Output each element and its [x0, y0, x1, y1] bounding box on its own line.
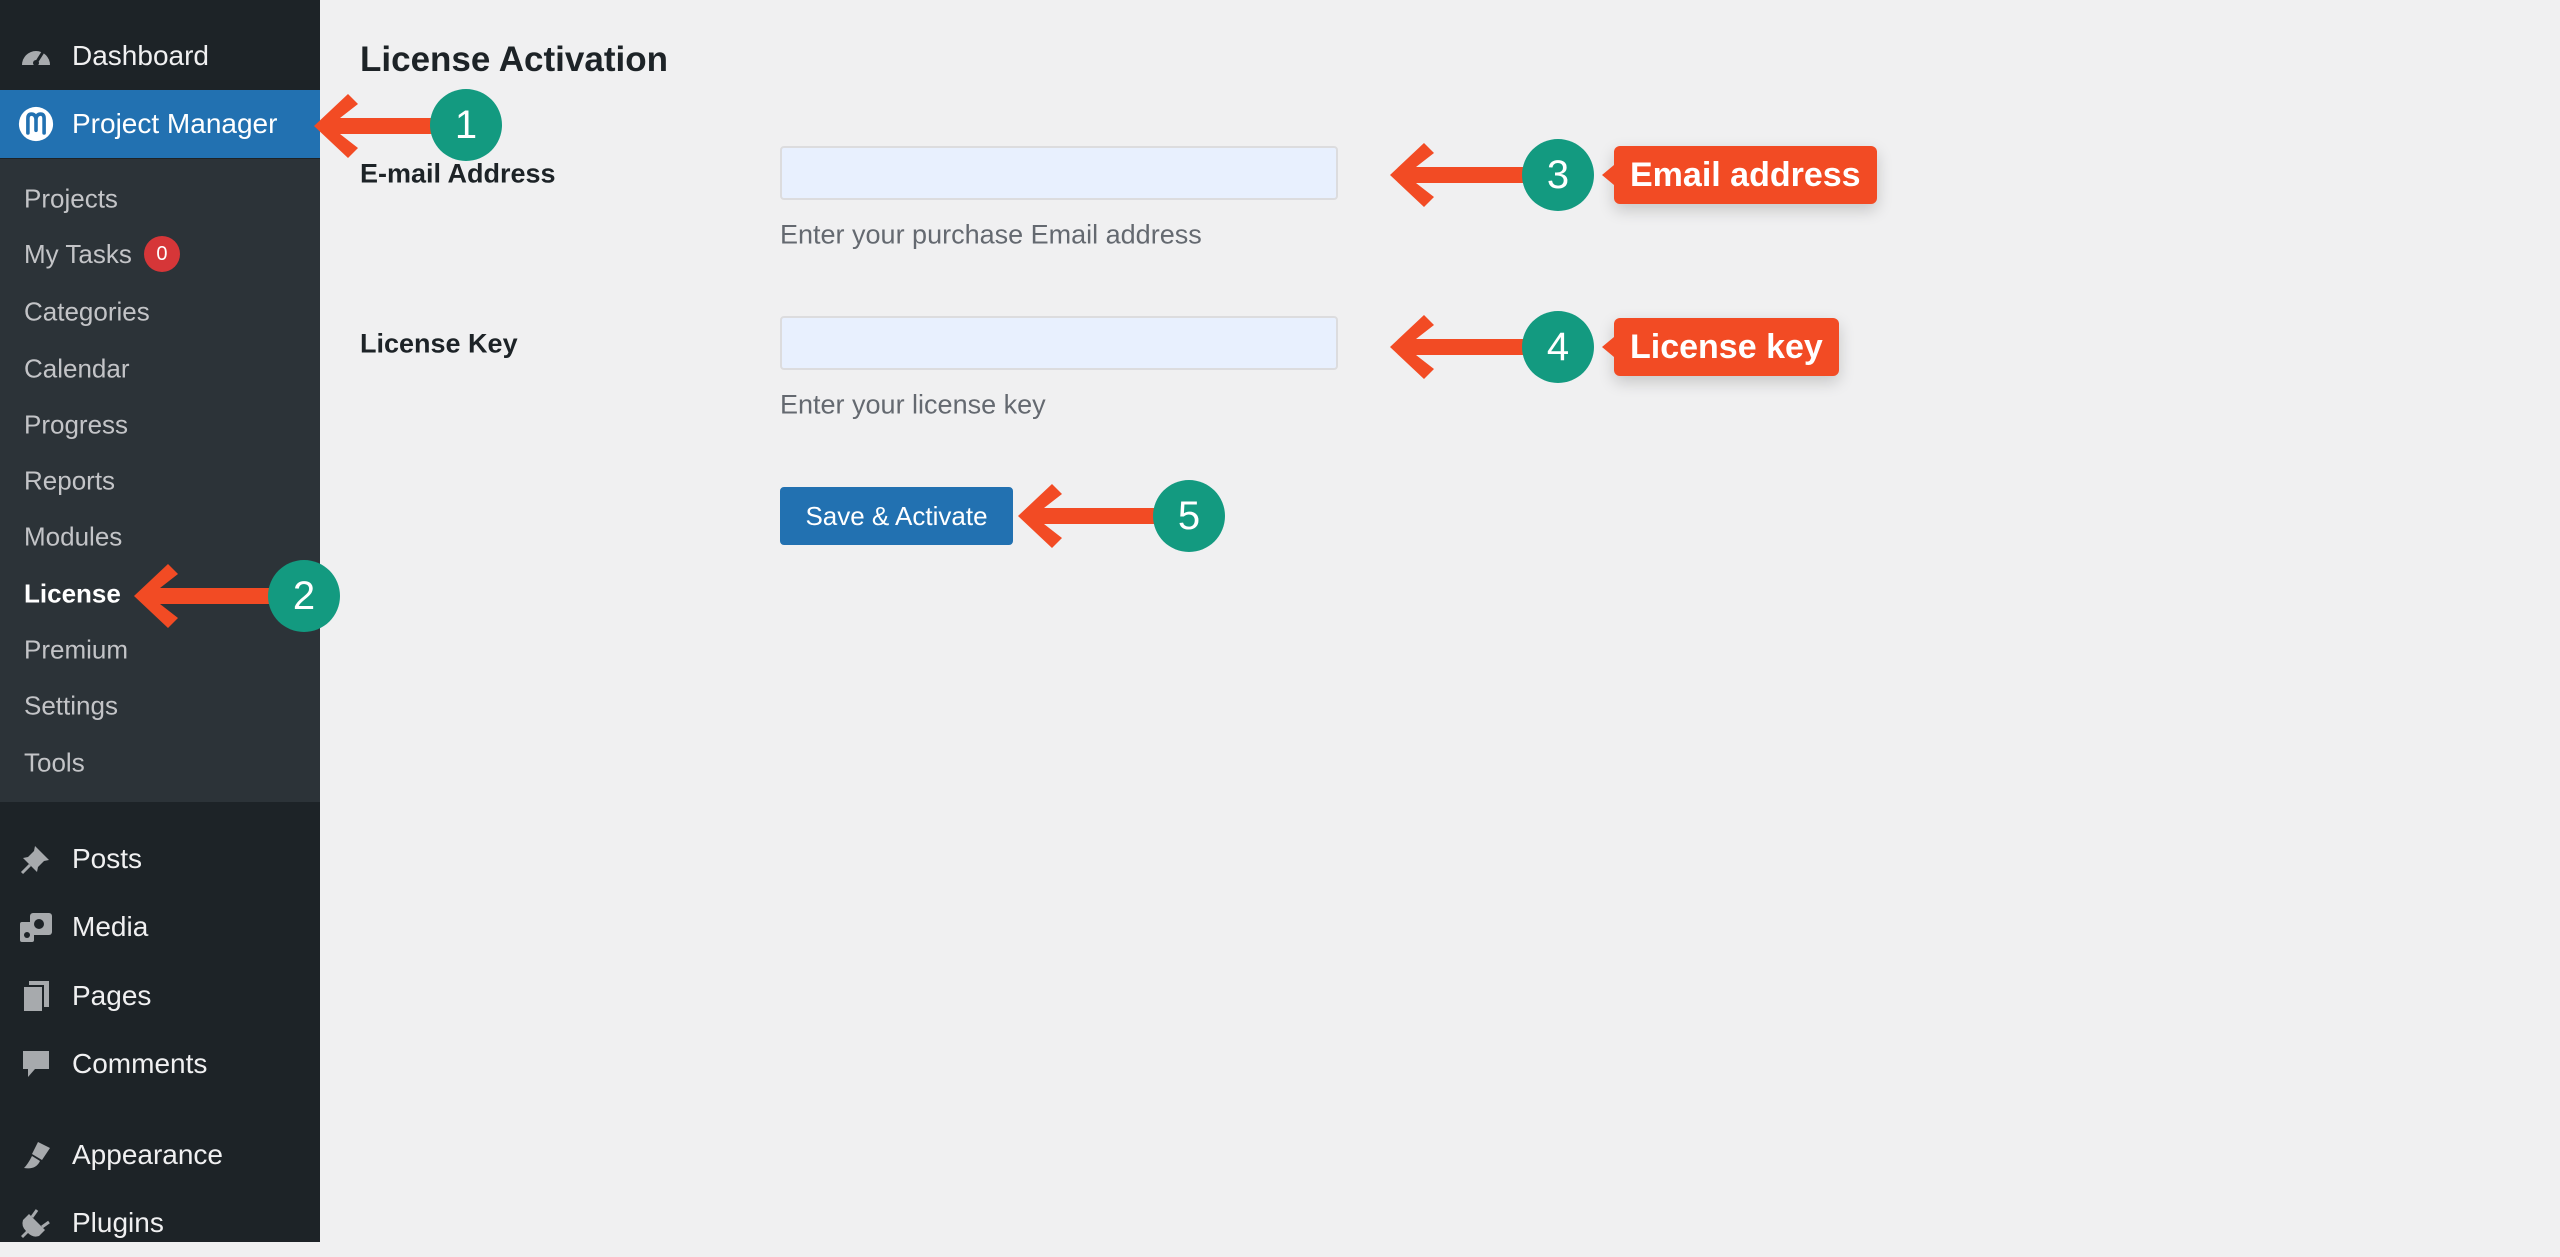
- save-activate-button[interactable]: Save & Activate: [780, 487, 1013, 545]
- submenu-categories[interactable]: Categories: [24, 297, 150, 328]
- submenu-modules[interactable]: Modules: [24, 522, 122, 553]
- task-count-badge: 0: [143, 236, 180, 272]
- menu-pages[interactable]: Pages: [0, 962, 320, 1030]
- submenu-tools[interactable]: Tools: [24, 748, 85, 779]
- media-icon: [18, 909, 54, 945]
- menu-pages-label: Pages: [72, 980, 152, 1011]
- menu-plugins-label: Plugins: [72, 1207, 164, 1238]
- annotation-callout-email: Email address: [1614, 146, 1877, 204]
- annotation-step-2: 2: [268, 560, 340, 632]
- annotation-step-1: 1: [430, 89, 502, 161]
- submenu-reports[interactable]: Reports: [24, 466, 115, 497]
- pin-icon: [18, 841, 54, 877]
- menu-appearance[interactable]: Appearance: [0, 1121, 320, 1189]
- annotation-arrow-3: [1390, 143, 1532, 207]
- menu-project-manager-label: Project Manager: [72, 108, 278, 139]
- annotation-arrow-2: [134, 564, 286, 628]
- project-manager-logo-icon: [18, 106, 54, 142]
- menu-posts[interactable]: Posts: [0, 825, 320, 893]
- menu-media-label: Media: [72, 911, 149, 942]
- menu-dashboard-label: Dashboard: [72, 40, 209, 71]
- menu-comments-label: Comments: [72, 1048, 208, 1079]
- dashboard-icon: [18, 38, 54, 74]
- submenu-premium[interactable]: Premium: [24, 635, 128, 666]
- annotation-arrow-5: [1018, 484, 1160, 548]
- menu-project-manager[interactable]: Project Manager: [0, 90, 320, 158]
- menu-dashboard[interactable]: Dashboard: [0, 22, 320, 90]
- annotation-step-3: 3: [1522, 139, 1594, 211]
- license-key-label: License Key: [360, 328, 518, 359]
- submenu-settings[interactable]: Settings: [24, 691, 118, 722]
- submenu-license[interactable]: License: [24, 579, 121, 610]
- menu-plugins[interactable]: Plugins: [0, 1189, 320, 1257]
- license-key-description: Enter your license key: [780, 389, 1046, 420]
- submenu-calendar[interactable]: Calendar: [24, 354, 130, 385]
- menu-comments[interactable]: Comments: [0, 1030, 320, 1098]
- annotation-step-4: 4: [1522, 311, 1594, 383]
- page-title: License Activation: [360, 40, 668, 79]
- annotation-callout-license: License key: [1614, 318, 1839, 376]
- annotation-step-5: 5: [1153, 480, 1225, 552]
- license-key-field[interactable]: [780, 316, 1338, 370]
- paintbrush-icon: [18, 1137, 54, 1173]
- email-description: Enter your purchase Email address: [780, 219, 1202, 250]
- menu-media[interactable]: Media: [0, 893, 320, 961]
- submenu-my-tasks[interactable]: My Tasks 0: [24, 236, 180, 274]
- project-manager-submenu: Projects My Tasks 0 Categories Calendar P…: [0, 159, 320, 802]
- menu-appearance-label: Appearance: [72, 1139, 224, 1170]
- plugin-icon: [18, 1205, 54, 1241]
- submenu-projects[interactable]: Projects: [24, 184, 118, 215]
- pages-icon: [18, 978, 54, 1014]
- comment-icon: [18, 1046, 54, 1082]
- email-field[interactable]: [780, 146, 1338, 200]
- submenu-my-tasks-label: My Tasks: [24, 238, 132, 269]
- submenu-progress[interactable]: Progress: [24, 410, 128, 441]
- menu-posts-label: Posts: [72, 843, 143, 874]
- annotation-arrow-4: [1390, 315, 1532, 379]
